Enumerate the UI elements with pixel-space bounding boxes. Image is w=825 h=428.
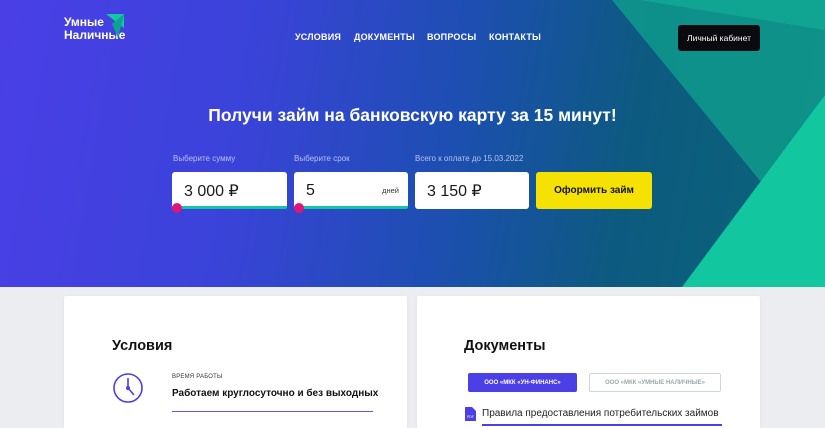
term-unit: дней	[382, 186, 399, 195]
nav-item-questions[interactable]: Вопросы	[427, 32, 476, 42]
amount-label: Выберите сумму	[173, 154, 236, 163]
pdf-icon: PDF	[465, 407, 476, 421]
conditions-card: Условия	[64, 296, 407, 428]
hero-section: Умные Наличные Условия Документы Вопросы…	[0, 0, 825, 287]
work-hours-value: Работаем круглосуточно и без выходных	[172, 388, 379, 399]
amount-slider-handle[interactable]	[172, 203, 182, 213]
divider	[172, 411, 373, 412]
nav-item-conditions[interactable]: Условия	[295, 32, 341, 42]
term-slider-track[interactable]	[294, 206, 408, 209]
nav-item-documents[interactable]: Документы	[354, 32, 415, 42]
term-label: Выберите срок	[294, 154, 350, 163]
hero-title: Получи займ на банковскую карту за 15 ми…	[208, 105, 617, 125]
clock-icon	[113, 373, 143, 403]
work-hours-label: Время работы	[172, 374, 223, 380]
term-field[interactable]: 5 дней	[294, 172, 408, 209]
nav-item-contacts[interactable]: Контакты	[489, 32, 541, 42]
term-value: 5	[306, 181, 315, 199]
document-link-underline	[482, 424, 722, 426]
amount-field[interactable]: 3 000 ₽	[172, 172, 287, 209]
amount-slider-track[interactable]	[172, 206, 287, 209]
org-tab-umnye-nalichnye[interactable]: ООО «МКК «УМНЫЕ НАЛИЧНЫЕ»	[589, 373, 721, 392]
submit-loan-button[interactable]: Оформить займ	[536, 172, 652, 209]
org-tab-un-finance[interactable]: ООО «МКК «УН-ФИНАНС»	[468, 373, 577, 392]
term-slider-handle[interactable]	[294, 203, 304, 213]
svg-text:PDF: PDF	[467, 415, 474, 419]
total-label: Всего к оплате до 15.03.2022	[415, 154, 524, 163]
amount-value: 3 000 ₽	[184, 182, 239, 200]
document-link-loan-rules[interactable]: Правила предоставления потребительских з…	[482, 408, 719, 419]
logo[interactable]: Умные Наличные	[64, 14, 125, 42]
personal-cabinet-button[interactable]: Личный кабинет	[678, 25, 760, 51]
conditions-title: Условия	[112, 338, 173, 354]
total-field: 3 150 ₽	[415, 172, 529, 209]
documents-title: Документы	[464, 338, 546, 354]
logo-mark-icon	[106, 14, 124, 38]
total-value: 3 150 ₽	[427, 182, 482, 200]
